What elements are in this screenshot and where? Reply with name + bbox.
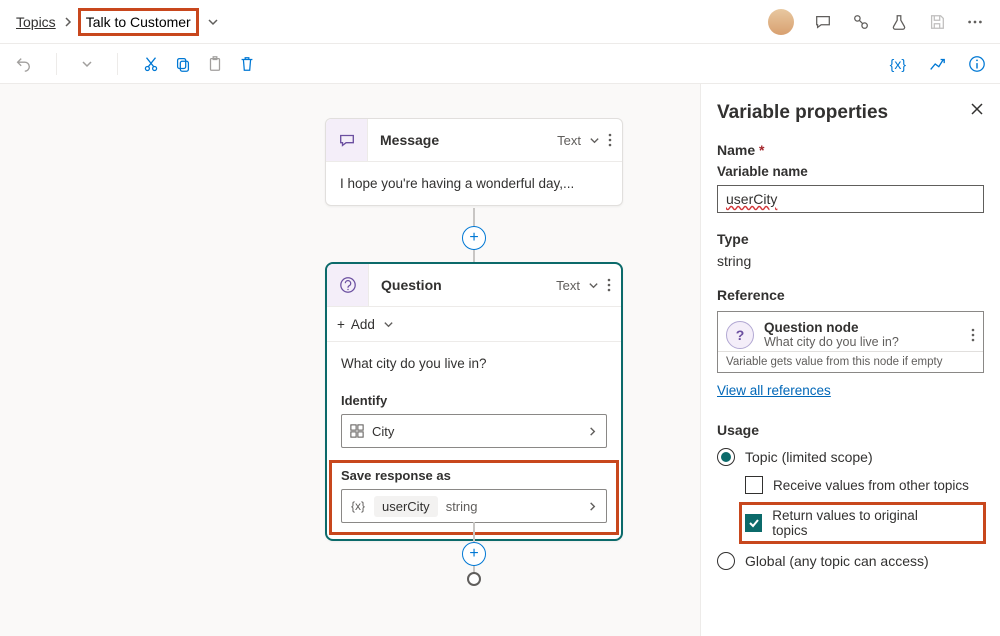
save-icon[interactable] <box>928 13 946 31</box>
radio-label: Global (any topic can access) <box>745 553 929 569</box>
question-icon <box>327 264 369 306</box>
close-icon[interactable] <box>970 102 984 116</box>
add-label: Add <box>351 317 375 332</box>
chevron-right-icon <box>62 16 74 28</box>
checkbox-label: Receive values from other topics <box>773 478 969 493</box>
return-values-checkbox[interactable]: Return values to original topics <box>741 504 984 542</box>
message-node[interactable]: Message Text I hope you're having a wond… <box>325 118 623 206</box>
question-icon: ? <box>726 321 754 349</box>
breadcrumb: Topics Talk to Customer <box>16 10 219 34</box>
reference-subtitle: What city do you live in? <box>764 335 899 349</box>
undo-icon[interactable] <box>14 55 32 73</box>
authoring-canvas[interactable]: Message Text I hope you're having a wond… <box>0 84 700 636</box>
delete-icon[interactable] <box>238 55 256 73</box>
chevron-down-icon[interactable] <box>588 280 599 291</box>
checkbox-icon <box>745 476 763 494</box>
breadcrumb-current: Talk to Customer <box>80 10 197 34</box>
usage-label: Usage <box>717 422 984 438</box>
question-node[interactable]: Question Text + Add What city do you liv… <box>325 262 623 541</box>
add-node-button[interactable]: + <box>462 542 486 566</box>
name-sublabel: Variable name <box>717 164 984 179</box>
node-title: Question <box>381 277 442 293</box>
separator <box>56 53 57 75</box>
chevron-right-icon <box>587 501 598 512</box>
format-label: Text <box>556 278 580 293</box>
add-condition-button[interactable]: + Add <box>327 306 621 342</box>
variable-properties-panel: Variable properties Name * Variable name… <box>700 84 1000 636</box>
test-icon[interactable] <box>890 13 908 31</box>
variable-picker[interactable]: {x} userCity string <box>341 489 607 523</box>
node-more-icon[interactable] <box>607 278 611 292</box>
save-response-label: Save response as <box>341 468 607 483</box>
chevron-down-icon[interactable] <box>207 16 219 28</box>
reference-note: Variable gets value from this node if em… <box>718 351 983 372</box>
reference-more-icon[interactable] <box>971 328 975 342</box>
header-bar: Topics Talk to Customer <box>0 0 1000 44</box>
copy-icon[interactable] <box>174 55 192 73</box>
node-more-icon[interactable] <box>608 133 612 147</box>
identify-value: City <box>372 424 394 439</box>
radio-icon <box>717 448 735 466</box>
topic-checker-icon[interactable] <box>852 13 870 31</box>
chevron-down-icon[interactable] <box>383 319 394 330</box>
identify-picker[interactable]: City <box>341 414 607 448</box>
variable-name: userCity <box>374 496 438 517</box>
receive-values-checkbox[interactable]: Receive values from other topics <box>745 476 984 494</box>
chevron-right-icon <box>587 426 598 437</box>
separator <box>117 53 118 75</box>
chat-icon[interactable] <box>814 13 832 31</box>
variable-icon: {x} <box>346 494 370 518</box>
usage-topic-radio[interactable]: Topic (limited scope) <box>717 448 984 466</box>
info-icon[interactable] <box>968 55 986 73</box>
reference-box[interactable]: ? Question node What city do you live in… <box>717 311 984 373</box>
radio-icon <box>717 552 735 570</box>
avatar[interactable] <box>768 9 794 35</box>
breadcrumb-root[interactable]: Topics <box>16 14 56 30</box>
panel-title: Variable properties <box>717 102 984 124</box>
message-body[interactable]: I hope you're having a wonderful day,... <box>326 161 622 205</box>
reference-label: Reference <box>717 287 984 303</box>
chevron-down-icon[interactable] <box>81 58 93 70</box>
radio-label: Topic (limited scope) <box>745 449 873 465</box>
variable-name-input[interactable]: userCity <box>717 185 984 213</box>
checkbox-icon <box>745 514 762 532</box>
paste-icon[interactable] <box>206 55 224 73</box>
type-label: Type <box>717 231 984 247</box>
header-actions <box>768 9 984 35</box>
analytics-icon[interactable] <box>928 55 946 73</box>
end-node <box>467 572 481 586</box>
checkbox-label: Return values to original topics <box>772 508 948 538</box>
question-prompt[interactable]: What city do you live in? <box>327 342 621 385</box>
add-node-button[interactable]: + <box>462 226 486 250</box>
reference-title: Question node <box>764 320 899 335</box>
chevron-down-icon[interactable] <box>589 135 600 146</box>
message-icon <box>326 119 368 161</box>
node-title: Message <box>380 132 439 148</box>
view-all-references-link[interactable]: View all references <box>717 383 831 398</box>
identify-label: Identify <box>341 393 607 408</box>
variable-icon[interactable]: {x} <box>890 56 906 72</box>
type-value: string <box>717 253 984 269</box>
name-label: Name * <box>717 142 984 158</box>
cut-icon[interactable] <box>142 55 160 73</box>
variable-type: string <box>446 499 478 514</box>
toolbar: {x} <box>0 44 1000 84</box>
entity-icon <box>350 424 364 438</box>
usage-global-radio[interactable]: Global (any topic can access) <box>717 552 984 570</box>
format-label: Text <box>557 133 581 148</box>
more-icon[interactable] <box>966 13 984 31</box>
